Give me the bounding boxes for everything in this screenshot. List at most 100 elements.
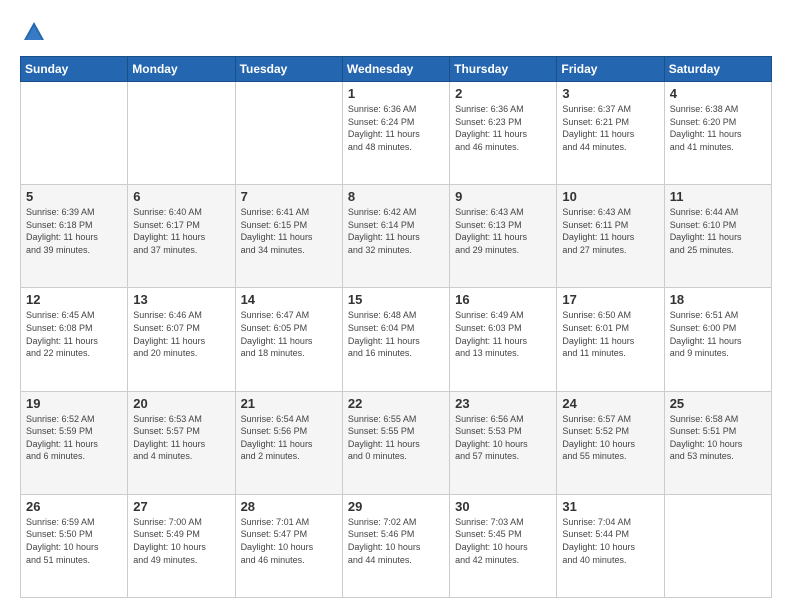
- day-info: Sunrise: 6:36 AM Sunset: 6:24 PM Dayligh…: [348, 103, 444, 153]
- day-number: 6: [133, 189, 229, 204]
- day-number: 10: [562, 189, 658, 204]
- day-number: 2: [455, 86, 551, 101]
- day-info: Sunrise: 7:02 AM Sunset: 5:46 PM Dayligh…: [348, 516, 444, 566]
- calendar-cell: [664, 494, 771, 597]
- day-info: Sunrise: 6:57 AM Sunset: 5:52 PM Dayligh…: [562, 413, 658, 463]
- calendar-cell: [128, 82, 235, 185]
- day-number: 12: [26, 292, 122, 307]
- calendar-cell: 17Sunrise: 6:50 AM Sunset: 6:01 PM Dayli…: [557, 288, 664, 391]
- day-info: Sunrise: 6:38 AM Sunset: 6:20 PM Dayligh…: [670, 103, 766, 153]
- calendar-cell: 12 Sunrise: 6:45 AM Sunset: 6:08 PM Dayli…: [21, 288, 128, 391]
- day-number: 24: [562, 396, 658, 411]
- calendar-cell: [235, 82, 342, 185]
- logo-icon: [20, 18, 48, 46]
- day-number: 17: [562, 292, 658, 307]
- calendar-cell: 8 Sunrise: 6:42 AM Sunset: 6:14 PM Daylig…: [342, 185, 449, 288]
- day-info: Sunrise: 6:42 AM Sunset: 6:14 PM Dayligh…: [348, 206, 444, 256]
- day-info: Sunrise: 6:47 AM Sunset: 6:05 PM Dayligh…: [241, 309, 337, 359]
- weekday-header-sunday: Sunday: [21, 57, 128, 82]
- day-info: Sunrise: 6:43 AM Sunset: 6:13 PM Dayligh…: [455, 206, 551, 256]
- day-number: 4: [670, 86, 766, 101]
- calendar-cell: 29 Sunrise: 7:02 AM Sunset: 5:46 PM Dayli…: [342, 494, 449, 597]
- day-info: Sunrise: 6:55 AM Sunset: 5:55 PM Dayligh…: [348, 413, 444, 463]
- day-number: 22: [348, 396, 444, 411]
- day-number: 8: [348, 189, 444, 204]
- calendar-cell: 2 Sunrise: 6:36 AM Sunset: 6:23 PM Daylig…: [450, 82, 557, 185]
- day-number: 11: [670, 189, 766, 204]
- week-row-1: 1Sunrise: 6:36 AM Sunset: 6:24 PM Daylig…: [21, 82, 772, 185]
- calendar-cell: 15Sunrise: 6:48 AM Sunset: 6:04 PM Dayli…: [342, 288, 449, 391]
- calendar-cell: 25 Sunrise: 6:58 AM Sunset: 5:51 PM Dayli…: [664, 391, 771, 494]
- weekday-header-wednesday: Wednesday: [342, 57, 449, 82]
- calendar-cell: 7Sunrise: 6:41 AM Sunset: 6:15 PM Daylig…: [235, 185, 342, 288]
- week-row-3: 12 Sunrise: 6:45 AM Sunset: 6:08 PM Dayli…: [21, 288, 772, 391]
- calendar-cell: 24 Sunrise: 6:57 AM Sunset: 5:52 PM Dayli…: [557, 391, 664, 494]
- day-info: Sunrise: 6:58 AM Sunset: 5:51 PM Dayligh…: [670, 413, 766, 463]
- week-row-4: 19 Sunrise: 6:52 AM Sunset: 5:59 PM Dayli…: [21, 391, 772, 494]
- day-number: 16: [455, 292, 551, 307]
- day-number: 29: [348, 499, 444, 514]
- day-info: Sunrise: 7:00 AM Sunset: 5:49 PM Dayligh…: [133, 516, 229, 566]
- weekday-header-saturday: Saturday: [664, 57, 771, 82]
- weekday-header-tuesday: Tuesday: [235, 57, 342, 82]
- day-number: 25: [670, 396, 766, 411]
- day-info: Sunrise: 6:44 AM Sunset: 6:10 PM Dayligh…: [670, 206, 766, 256]
- day-number: 18: [670, 292, 766, 307]
- calendar-cell: 4 Sunrise: 6:38 AM Sunset: 6:20 PM Daylig…: [664, 82, 771, 185]
- calendar-cell: 21 Sunrise: 6:54 AM Sunset: 5:56 PM Dayli…: [235, 391, 342, 494]
- calendar-cell: 10 Sunrise: 6:43 AM Sunset: 6:11 PM Dayli…: [557, 185, 664, 288]
- day-number: 31: [562, 499, 658, 514]
- day-number: 28: [241, 499, 337, 514]
- calendar-cell: [21, 82, 128, 185]
- calendar-cell: 26 Sunrise: 6:59 AM Sunset: 5:50 PM Dayli…: [21, 494, 128, 597]
- day-number: 19: [26, 396, 122, 411]
- calendar: SundayMondayTuesdayWednesdayThursdayFrid…: [20, 56, 772, 598]
- day-info: Sunrise: 6:39 AM Sunset: 6:18 PM Dayligh…: [26, 206, 122, 256]
- weekday-header-friday: Friday: [557, 57, 664, 82]
- page: SundayMondayTuesdayWednesdayThursdayFrid…: [0, 0, 792, 612]
- calendar-cell: 16 Sunrise: 6:49 AM Sunset: 6:03 PM Dayli…: [450, 288, 557, 391]
- calendar-cell: 13Sunrise: 6:46 AM Sunset: 6:07 PM Dayli…: [128, 288, 235, 391]
- day-info: Sunrise: 6:49 AM Sunset: 6:03 PM Dayligh…: [455, 309, 551, 359]
- calendar-cell: 6 Sunrise: 6:40 AM Sunset: 6:17 PM Daylig…: [128, 185, 235, 288]
- calendar-cell: 1Sunrise: 6:36 AM Sunset: 6:24 PM Daylig…: [342, 82, 449, 185]
- calendar-cell: 9 Sunrise: 6:43 AM Sunset: 6:13 PM Daylig…: [450, 185, 557, 288]
- day-info: Sunrise: 6:41 AM Sunset: 6:15 PM Dayligh…: [241, 206, 337, 256]
- calendar-cell: 19 Sunrise: 6:52 AM Sunset: 5:59 PM Dayli…: [21, 391, 128, 494]
- calendar-cell: 20 Sunrise: 6:53 AM Sunset: 5:57 PM Dayli…: [128, 391, 235, 494]
- day-info: Sunrise: 6:54 AM Sunset: 5:56 PM Dayligh…: [241, 413, 337, 463]
- day-info: Sunrise: 6:36 AM Sunset: 6:23 PM Dayligh…: [455, 103, 551, 153]
- day-number: 14: [241, 292, 337, 307]
- day-info: Sunrise: 6:40 AM Sunset: 6:17 PM Dayligh…: [133, 206, 229, 256]
- calendar-cell: 31 Sunrise: 7:04 AM Sunset: 5:44 PM Dayli…: [557, 494, 664, 597]
- week-row-5: 26 Sunrise: 6:59 AM Sunset: 5:50 PM Dayli…: [21, 494, 772, 597]
- calendar-cell: 5 Sunrise: 6:39 AM Sunset: 6:18 PM Daylig…: [21, 185, 128, 288]
- day-info: Sunrise: 6:56 AM Sunset: 5:53 PM Dayligh…: [455, 413, 551, 463]
- header: [20, 18, 772, 46]
- day-info: Sunrise: 7:03 AM Sunset: 5:45 PM Dayligh…: [455, 516, 551, 566]
- day-info: Sunrise: 7:01 AM Sunset: 5:47 PM Dayligh…: [241, 516, 337, 566]
- day-info: Sunrise: 6:46 AM Sunset: 6:07 PM Dayligh…: [133, 309, 229, 359]
- day-info: Sunrise: 6:45 AM Sunset: 6:08 PM Dayligh…: [26, 309, 122, 359]
- day-number: 3: [562, 86, 658, 101]
- day-number: 21: [241, 396, 337, 411]
- day-number: 5: [26, 189, 122, 204]
- day-number: 20: [133, 396, 229, 411]
- calendar-cell: 23 Sunrise: 6:56 AM Sunset: 5:53 PM Dayli…: [450, 391, 557, 494]
- day-info: Sunrise: 7:04 AM Sunset: 5:44 PM Dayligh…: [562, 516, 658, 566]
- day-info: Sunrise: 6:48 AM Sunset: 6:04 PM Dayligh…: [348, 309, 444, 359]
- day-info: Sunrise: 6:53 AM Sunset: 5:57 PM Dayligh…: [133, 413, 229, 463]
- logo: [20, 18, 52, 46]
- day-info: Sunrise: 6:59 AM Sunset: 5:50 PM Dayligh…: [26, 516, 122, 566]
- day-number: 9: [455, 189, 551, 204]
- day-info: Sunrise: 6:52 AM Sunset: 5:59 PM Dayligh…: [26, 413, 122, 463]
- calendar-cell: 3 Sunrise: 6:37 AM Sunset: 6:21 PM Daylig…: [557, 82, 664, 185]
- day-info: Sunrise: 6:37 AM Sunset: 6:21 PM Dayligh…: [562, 103, 658, 153]
- week-row-2: 5 Sunrise: 6:39 AM Sunset: 6:18 PM Daylig…: [21, 185, 772, 288]
- weekday-header-row: SundayMondayTuesdayWednesdayThursdayFrid…: [21, 57, 772, 82]
- day-number: 26: [26, 499, 122, 514]
- calendar-cell: 11 Sunrise: 6:44 AM Sunset: 6:10 PM Dayli…: [664, 185, 771, 288]
- day-info: Sunrise: 6:43 AM Sunset: 6:11 PM Dayligh…: [562, 206, 658, 256]
- weekday-header-monday: Monday: [128, 57, 235, 82]
- day-number: 23: [455, 396, 551, 411]
